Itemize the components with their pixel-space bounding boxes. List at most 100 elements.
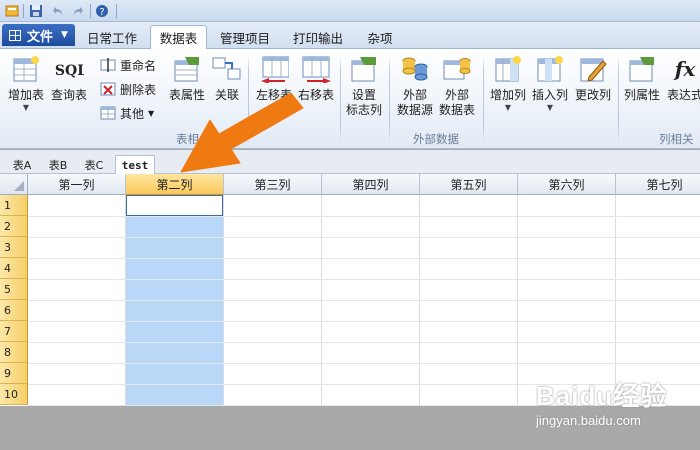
move-table-left-button[interactable]: 左移表 <box>254 54 294 103</box>
row-line <box>28 279 700 280</box>
group-label-table: 表相关 <box>176 132 211 146</box>
column-header-7[interactable]: 第七列 <box>616 174 700 195</box>
svg-text:fx: fx <box>673 57 697 81</box>
row-header[interactable]: 7 <box>0 321 28 342</box>
chevron-down-icon: ▼ <box>504 103 512 112</box>
move-right-label: 右移表 <box>297 88 334 102</box>
save-icon[interactable] <box>28 3 44 19</box>
chevron-down-icon: ▼ <box>148 108 155 118</box>
database-icon <box>400 54 430 84</box>
external-table-icon <box>442 54 472 84</box>
add-table-label: 增加表 <box>7 88 44 102</box>
tab-manage-project[interactable]: 管理项目 <box>213 26 277 49</box>
svg-text:?: ? <box>99 7 104 18</box>
external-source-button[interactable]: 外部 数据源 <box>395 54 435 118</box>
external-source-label-1: 外部 <box>402 88 427 102</box>
external-table-label-2: 数据表 <box>438 103 475 117</box>
column-props-button[interactable]: 列属性 <box>622 54 662 103</box>
row-header[interactable]: 9 <box>0 363 28 384</box>
edit-column-icon <box>578 54 608 84</box>
row-header[interactable]: 4 <box>0 258 28 279</box>
ribbon-panel: 增加表 ▼ SQL 查询表 重命名 删除表 其他 ▼ 表属性 关联 表相关 左移… <box>0 49 700 149</box>
sql-icon: SQL <box>54 54 84 84</box>
expression-label: 表达式 <box>666 88 700 102</box>
data-grid: 第一列 第二列 第三列 第四列 第五列 第六列 第七列 1 2 3 4 5 6 … <box>0 174 700 406</box>
chevron-down-icon: ▼ <box>546 103 554 112</box>
chevron-down-icon: ▼ <box>22 103 30 112</box>
insert-column-button[interactable]: 插入列 ▼ <box>530 54 570 113</box>
add-column-icon <box>493 54 523 84</box>
other-button[interactable]: 其他 ▼ <box>100 103 154 123</box>
row-line <box>28 321 700 322</box>
move-right-icon <box>301 54 331 84</box>
row-line <box>28 258 700 259</box>
expression-button[interactable]: fx 表达式 <box>665 54 700 103</box>
row-line <box>28 363 700 364</box>
select-all-corner[interactable] <box>0 174 28 195</box>
insert-column-icon <box>535 54 565 84</box>
mark-column-icon <box>349 54 379 84</box>
sheet-tab-bar: 表A 表B 表C test <box>0 150 700 174</box>
move-left-icon <box>259 54 289 84</box>
relation-button[interactable]: 关联 <box>211 54 243 103</box>
row-header[interactable]: 3 <box>0 237 28 258</box>
sheet-tab-b[interactable]: 表B <box>42 155 74 174</box>
sheet-tab-test[interactable]: test <box>115 155 155 174</box>
help-icon[interactable]: ? <box>94 3 110 19</box>
row-header[interactable]: 10 <box>0 384 28 405</box>
add-column-button[interactable]: 增加列 ▼ <box>488 54 528 113</box>
relation-label: 关联 <box>214 88 239 102</box>
row-header[interactable]: 5 <box>0 279 28 300</box>
tab-print-output[interactable]: 打印输出 <box>286 26 350 49</box>
table-props-button[interactable]: 表属性 <box>166 54 208 103</box>
delete-table-button[interactable]: 删除表 <box>100 79 156 99</box>
external-table-button[interactable]: 外部 数据表 <box>437 54 477 118</box>
tab-misc[interactable]: 杂项 <box>360 26 400 49</box>
insert-column-label: 插入列 <box>531 88 568 102</box>
file-menu-button[interactable]: 文件 ▼ <box>2 24 75 46</box>
change-column-button[interactable]: 更改列 <box>572 54 614 103</box>
query-table-button[interactable]: SQL 查询表 <box>50 54 88 103</box>
relation-icon <box>212 54 242 84</box>
add-table-icon <box>11 54 41 84</box>
row-header[interactable]: 6 <box>0 300 28 321</box>
add-table-button[interactable]: 增加表 ▼ <box>6 54 46 113</box>
tab-daily-work[interactable]: 日常工作 <box>80 26 144 49</box>
watermark-url: jingyan.baidu.com <box>536 413 641 428</box>
table-icon <box>9 29 21 41</box>
rename-button[interactable]: 重命名 <box>100 55 156 75</box>
table-props-label: 表属性 <box>168 88 205 102</box>
move-table-right-button[interactable]: 右移表 <box>296 54 336 103</box>
delete-table-icon <box>100 81 116 97</box>
column-props-label: 列属性 <box>623 88 660 102</box>
row-header[interactable]: 8 <box>0 342 28 363</box>
group-separator <box>483 55 484 143</box>
file-menu-label: 文件 <box>27 29 54 45</box>
query-table-label: 查询表 <box>50 88 87 102</box>
column-header-3[interactable]: 第三列 <box>224 174 322 195</box>
sheet-tab-a[interactable]: 表A <box>6 155 38 174</box>
row-line <box>28 216 700 217</box>
row-line <box>28 300 700 301</box>
app-menu-icon[interactable] <box>4 3 20 19</box>
column-header-1[interactable]: 第一列 <box>28 174 126 195</box>
tab-data-table[interactable]: 数据表 <box>150 25 207 49</box>
row-header[interactable]: 2 <box>0 216 28 237</box>
move-left-label: 左移表 <box>255 88 292 102</box>
table-props-icon <box>172 54 202 84</box>
set-mark-col-label-2: 标志列 <box>345 103 382 117</box>
group-separator <box>248 55 249 143</box>
watermark-logo: Baidu经验 <box>536 381 668 411</box>
column-header-4[interactable]: 第四列 <box>322 174 420 195</box>
column-header-6[interactable]: 第六列 <box>518 174 616 195</box>
add-column-label: 增加列 <box>489 88 526 102</box>
column-header-2[interactable]: 第二列 <box>126 174 224 195</box>
set-mark-column-button[interactable]: 设置 标志列 <box>344 54 384 118</box>
redo-icon[interactable] <box>71 3 87 19</box>
row-header[interactable]: 1 <box>0 195 28 216</box>
column-header-5[interactable]: 第五列 <box>420 174 518 195</box>
chevron-down-icon: ▼ <box>61 30 68 40</box>
external-source-label-2: 数据源 <box>396 103 433 117</box>
sheet-tab-c[interactable]: 表C <box>78 155 110 174</box>
undo-icon[interactable] <box>49 3 65 19</box>
